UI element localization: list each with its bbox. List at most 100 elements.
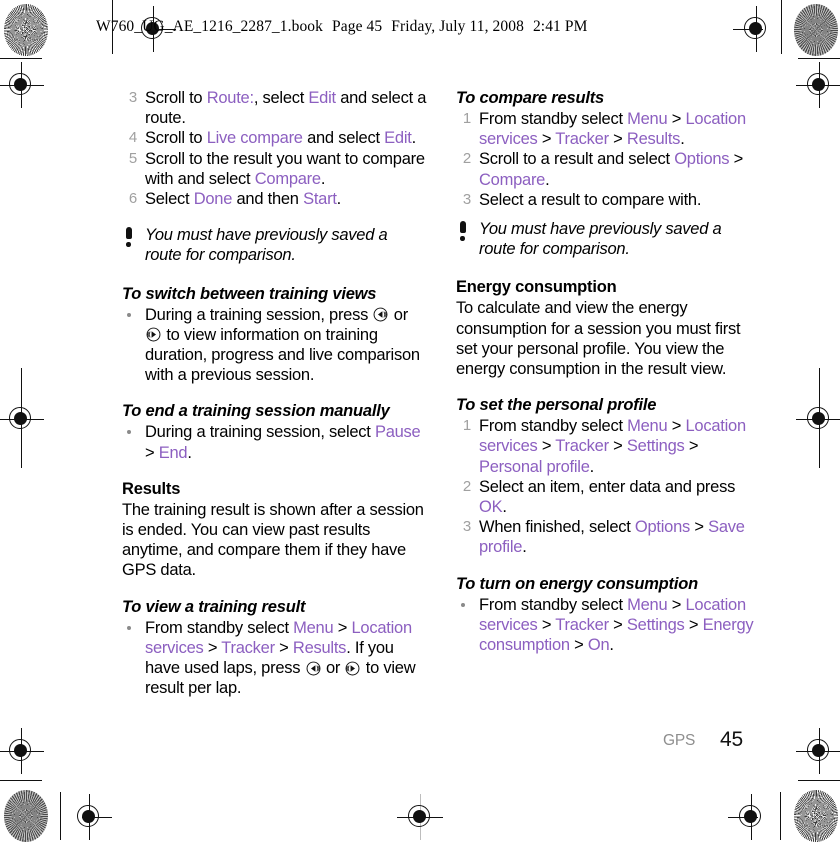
footer-chapter-label: GPS — [663, 732, 696, 749]
ui-reference-text: Tracker — [221, 638, 275, 657]
numbered-step-item: 2 Select an item, enter data and press OK… — [456, 477, 761, 517]
body-text-run: > — [274, 638, 293, 657]
ui-reference-text: Edit — [308, 89, 336, 107]
numbered-step-item: 1 From standby select Menu > Location ser… — [456, 109, 761, 149]
step-text: Select a result to compare with. — [479, 191, 701, 209]
ui-reference-text: Menu — [293, 618, 334, 637]
ui-reference-text: On — [587, 636, 610, 655]
ui-reference-text: Options — [634, 518, 691, 537]
body-text-run: > — [684, 615, 703, 634]
body-text-run: > — [667, 417, 686, 436]
body-text-run: Scroll to a result and select — [479, 150, 675, 169]
body-text-run: and then — [232, 190, 304, 209]
step-number: 1 — [462, 110, 471, 127]
heading-results: Results — [122, 479, 181, 498]
body-text-run: , select — [253, 89, 309, 107]
ui-reference-text: Personal profile — [479, 457, 590, 476]
results-body-text: The training result is shown after a ses… — [122, 500, 424, 580]
body-text-run: > — [608, 130, 627, 149]
body-text-run: . — [336, 190, 342, 209]
ui-reference-text: Tracker — [555, 615, 609, 634]
numbered-step-item: 1 From standby select Menu > Location ser… — [456, 416, 761, 477]
body-text-run: > — [608, 615, 627, 634]
step-number: 2 — [462, 477, 471, 495]
ui-reference-text: Tracker — [555, 130, 609, 149]
step-text: Select an item, enter data and press OK. — [479, 478, 735, 516]
heading-compare-results: To compare results — [456, 89, 605, 107]
body-text-run: From standby select — [145, 618, 294, 637]
body-text-run: > — [333, 618, 352, 637]
body-text-run: Select an item, enter data and press — [479, 477, 736, 496]
note-text: You must have previously saved a route f… — [479, 220, 722, 259]
ui-reference-text: Live compare — [206, 129, 303, 148]
numbered-step-item: 2 Scroll to a result and select Options >… — [456, 149, 761, 189]
ui-reference-text: Results — [292, 638, 347, 657]
heading-energy-consumption: Energy consumption — [456, 278, 617, 297]
numbered-step-item: 6 Select Done and then Start. — [122, 189, 427, 209]
body-text-run: . — [187, 443, 192, 462]
body-text-run: > — [690, 518, 709, 537]
ui-reference-text: End — [158, 443, 188, 462]
body-text-run: > — [537, 615, 556, 634]
ui-reference-text: Pause — [374, 423, 421, 442]
step-number: 3 — [128, 89, 137, 106]
bullet-dot-icon — [127, 625, 131, 630]
step-text: Scroll to a result and select Options > … — [479, 150, 743, 188]
ui-reference-text: Route: — [206, 89, 254, 107]
ui-reference-text: OK — [479, 498, 503, 517]
bullet-turn-on-energy: From standby select Menu > Location serv… — [456, 595, 761, 656]
body-text-run: . — [589, 457, 595, 476]
step-number: 6 — [128, 190, 137, 208]
step-number: 4 — [128, 129, 137, 147]
body-text-run: > — [145, 443, 159, 462]
list-item: During a training session, press or to v… — [122, 305, 427, 386]
step-text: From standby select Menu > Location serv… — [479, 110, 746, 148]
ui-reference-text: Compare — [479, 170, 546, 189]
step-number: 5 — [128, 149, 137, 167]
body-text-run: During a training session, press — [145, 305, 373, 324]
energy-body-text: To calculate and view the energy consump… — [456, 299, 741, 379]
ui-reference-text: Compare — [254, 169, 321, 188]
body-text-run: or — [321, 659, 345, 678]
body-text-run: > — [537, 437, 556, 456]
body-text-run: . — [502, 498, 507, 517]
exclamation-note-icon — [124, 227, 133, 248]
body-text-run: From standby select — [479, 417, 628, 436]
heading-end-training-session: To end a training session manually — [122, 402, 390, 421]
ui-reference-text: Options — [674, 150, 730, 169]
numbered-step-item: 3 When finished, select Options > Save pr… — [456, 517, 761, 557]
body-text-run: > — [729, 150, 744, 169]
body-text-run: From standby select — [479, 110, 628, 128]
body-text-run: > — [608, 437, 627, 456]
step-number: 2 — [462, 150, 471, 168]
ui-reference-text: Menu — [627, 110, 668, 128]
body-text-run: . — [609, 636, 614, 655]
body-text-run: Scroll to — [145, 129, 207, 148]
heading-view-training-result: To view a training result — [122, 597, 306, 616]
body-text-run: From standby select — [479, 595, 628, 614]
nav-key-right-icon — [146, 327, 161, 342]
ui-reference-text: Menu — [627, 595, 668, 614]
bullet-dot-icon — [461, 602, 465, 607]
step-text: Select Done and then Start. — [145, 190, 341, 208]
ui-reference-text: Results — [626, 130, 681, 149]
ui-reference-text: Done — [193, 190, 233, 209]
step-number: 3 — [462, 190, 471, 208]
bullet-view-training-result: From standby select Menu > Location serv… — [122, 618, 427, 699]
step-text: Scroll to Live compare and select Edit. — [145, 129, 416, 147]
body-text-run: or — [389, 305, 408, 324]
right-column: To compare results 1 From standby select … — [456, 88, 761, 655]
list-item: From standby select Menu > Location serv… — [456, 595, 761, 656]
body-text-run: > — [667, 110, 686, 128]
body-text-run: Scroll to — [145, 89, 207, 107]
steps-compare-results: 1 From standby select Menu > Location ser… — [456, 109, 761, 210]
bullet-end-training-session: During a training session, select Pause … — [122, 422, 427, 462]
bullet-dot-icon — [127, 312, 131, 317]
body-text-run: . — [320, 169, 326, 188]
step-text: Scroll to Route:, select Edit and select… — [145, 89, 426, 127]
bullet-dot-icon — [127, 430, 131, 435]
nav-key-right-icon — [346, 661, 360, 676]
body-text-run: . — [680, 130, 685, 149]
list-item: During a training session, select Pause … — [122, 422, 427, 462]
numbered-step-item: 4 Scroll to Live compare and select Edit. — [122, 128, 427, 148]
